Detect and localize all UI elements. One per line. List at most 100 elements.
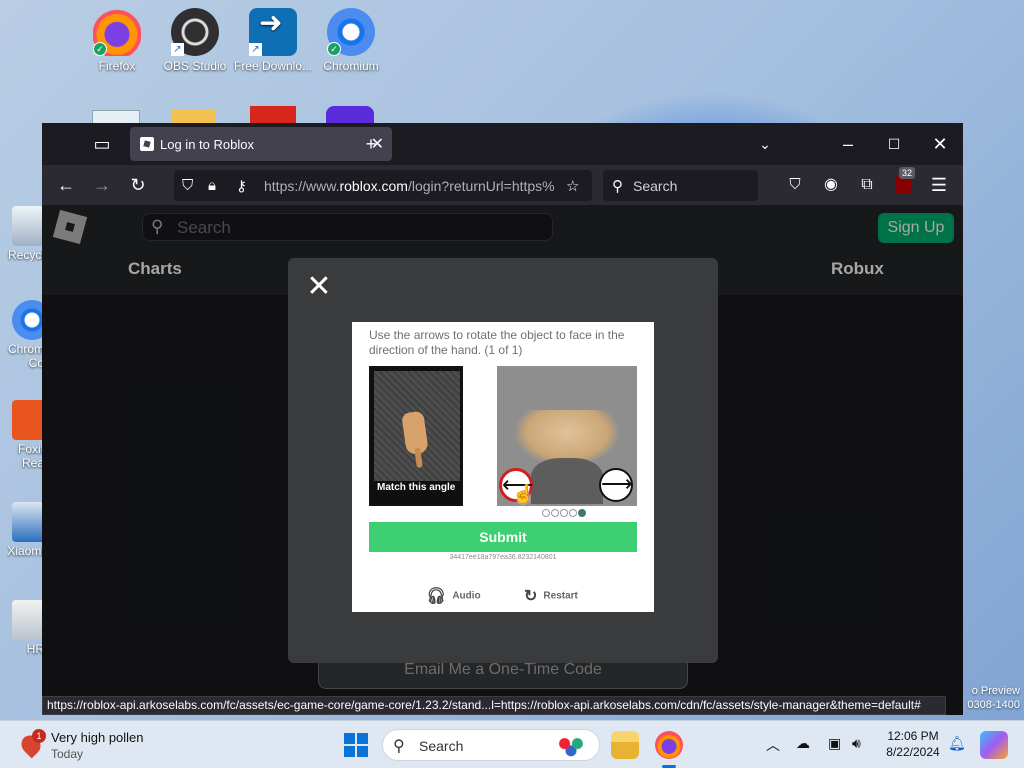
taskbar-search[interactable]: ⚲ Search xyxy=(382,729,600,761)
desktop-icon-partial-2 xyxy=(172,110,216,124)
desktop-icon-firefox[interactable]: ✓ Firefox xyxy=(77,8,157,73)
desktop-icon-label: Chrom xyxy=(7,342,44,356)
lock-icon[interactable]: 🔒︎ xyxy=(208,177,216,194)
sync-check-icon: ✓ xyxy=(93,42,107,56)
recycle-bin-icon xyxy=(12,206,44,246)
search-icon: ⚲ xyxy=(393,738,405,755)
clock-date: 8/22/2024 xyxy=(886,745,940,759)
desktop-icon-obs[interactable]: ↗ OBS Studio xyxy=(155,8,235,73)
audio-button[interactable]: 🎧︎ Audio xyxy=(426,586,481,606)
extensions-icon[interactable]: ⧉ xyxy=(855,173,879,197)
display-icon[interactable]: ▣ xyxy=(828,735,841,752)
roblox-favicon-icon xyxy=(140,137,154,151)
desktop-icon-hr[interactable]: HR xyxy=(0,600,44,656)
clock-time: 12:06 PM xyxy=(887,729,939,743)
ublock-extension-icon[interactable]: 32 xyxy=(891,167,916,197)
desktop-icon-partial-1 xyxy=(92,110,140,124)
tab-overview-icon[interactable]: ▭ xyxy=(89,131,115,157)
progress-dots xyxy=(542,509,587,519)
desktop-icon-label: Chromium xyxy=(323,59,379,73)
tab-roblox-login[interactable]: Log in to Roblox ✕ xyxy=(130,127,392,161)
firefox-taskbar-icon[interactable] xyxy=(655,731,683,759)
tracking-shield-icon[interactable]: ⛉ xyxy=(182,177,193,194)
object-shadow xyxy=(531,458,603,504)
taskbar-search-placeholder: Search xyxy=(419,738,464,754)
xiaomi-icon xyxy=(12,502,44,542)
url-bar[interactable]: ⛉ 🔒︎ ⚷ https://www.roblox.com/login?retu… xyxy=(174,170,592,201)
progress-dot xyxy=(569,509,577,517)
desktop-icon-label: Xiaomi xyxy=(7,544,44,558)
hand-cursor-icon: ☝ xyxy=(512,484,535,504)
url-domain: roblox.com xyxy=(339,178,408,194)
rotate-right-button[interactable]: ⟶ xyxy=(599,468,633,502)
captcha-panel: Use the arrows to rotate the object to f… xyxy=(352,322,654,612)
progress-dot xyxy=(560,509,568,517)
desktop-icon-foxit[interactable]: Foxit Rea xyxy=(0,400,44,470)
clock[interactable]: 12:06 PM 8/22/2024 xyxy=(884,728,942,760)
foxit-reader-icon xyxy=(12,400,44,440)
firefox-icon: ✓ xyxy=(93,8,141,56)
tray-chevron-icon[interactable]: ︿ xyxy=(766,735,780,755)
desktop-icon-recycle[interactable]: Recycl xyxy=(0,206,44,262)
minimize-button[interactable]: – xyxy=(835,131,861,157)
volume-icon[interactable]: 🔊︎ xyxy=(852,735,861,752)
copilot-icon[interactable] xyxy=(980,731,1008,759)
close-modal-button[interactable]: ✕ xyxy=(306,272,332,302)
captcha-instruction: Use the arrows to rotate the object to f… xyxy=(369,328,625,357)
shortcut-arrow-icon: ↗ xyxy=(249,43,262,56)
onedrive-sync-icon[interactable]: ☁ xyxy=(796,735,810,752)
desktop-icon-label: OBS Studio xyxy=(163,59,227,73)
back-button[interactable]: ← xyxy=(54,173,78,197)
close-window-button[interactable]: ✕ xyxy=(927,131,953,157)
restart-button[interactable]: ↻ Restart xyxy=(524,586,578,606)
pocket-icon[interactable]: ⛉ xyxy=(783,173,807,197)
notification-bell-icon[interactable]: 🔔︎ xyxy=(948,735,966,752)
browser-search-box[interactable]: ⚲ Search xyxy=(603,170,758,201)
desktop-icon-label: Firefox xyxy=(98,59,136,73)
download-manager-icon: ➜ ↗ xyxy=(249,8,297,56)
watermark-line: o Preview xyxy=(971,685,1020,697)
maximize-button[interactable]: ☐ xyxy=(881,131,907,157)
progress-dot xyxy=(542,509,550,517)
desktop-icon-label: Recycl xyxy=(7,248,44,262)
forward-button[interactable]: → xyxy=(90,173,114,197)
desktop-icon-chrome[interactable]: Chrom Co xyxy=(0,300,44,370)
list-tabs-chevron-icon[interactable]: ⌄ xyxy=(752,131,778,157)
desktop-icon-xiaomi[interactable]: Xiaomi xyxy=(0,502,44,558)
watermark-line: 0308-1400 xyxy=(967,699,1020,711)
audio-label: Audio xyxy=(452,590,481,602)
progress-dot-active xyxy=(578,509,586,517)
start-button[interactable] xyxy=(344,733,368,757)
navigation-toolbar: ← → ↻ ⛉ 🔒︎ ⚷ https://www.roblox.com/logi… xyxy=(42,165,963,205)
desktop-icon-label: Rea xyxy=(21,456,44,470)
reference-image: Match this angle xyxy=(369,366,463,506)
url-text[interactable]: https://www.roblox.com/login?returnUrl=h… xyxy=(264,178,554,194)
new-tab-button[interactable]: + xyxy=(358,131,384,157)
permissions-key-icon[interactable]: ⚷ xyxy=(236,177,247,195)
chrome-icon xyxy=(12,300,44,340)
desktop-icon-fdm[interactable]: ➜ ↗ Free Downlo... xyxy=(233,8,313,73)
reload-button[interactable]: ↻ xyxy=(126,173,150,197)
bookmark-star-icon[interactable]: ☆ xyxy=(566,177,579,195)
headphones-icon: 🎧︎ xyxy=(426,588,447,605)
submit-button[interactable]: Submit xyxy=(369,522,637,552)
desktop-icon-chromium[interactable]: ✓ Chromium xyxy=(311,8,391,73)
url-path: /login?returnUrl=https% xyxy=(407,178,554,194)
taskbar: 1 Very high pollen Today ⚲ Search ︿ ☁ ▣ … xyxy=(0,720,1024,768)
weather-subtitle: Today xyxy=(51,747,84,761)
reference-label: Match this angle xyxy=(377,482,456,493)
obs-icon: ↗ xyxy=(171,8,219,56)
file-explorer-icon[interactable] xyxy=(611,731,639,759)
search-icon: ⚲ xyxy=(612,178,623,195)
desktop-icon-label: Foxit xyxy=(17,442,44,456)
session-id: 34417ee18a797ea36.8232140801 xyxy=(449,554,557,561)
captcha-modal: ✕ Use the arrows to rotate the object to… xyxy=(288,258,718,663)
weather-title: Very high pollen xyxy=(51,730,144,745)
tab-strip: ▭ Log in to Roblox ✕ + ⌄ – ☐ ✕ xyxy=(42,123,963,165)
desktop-icon-partial-4 xyxy=(326,106,374,124)
app-menu-icon[interactable]: ☰ xyxy=(927,173,951,197)
account-icon[interactable]: ◉ xyxy=(819,173,843,197)
weather-widget[interactable]: 1 Very high pollen Today xyxy=(17,729,160,763)
desktop-icon-label: Free Downlo... xyxy=(233,59,313,73)
tab-title: Log in to Roblox xyxy=(160,137,254,152)
